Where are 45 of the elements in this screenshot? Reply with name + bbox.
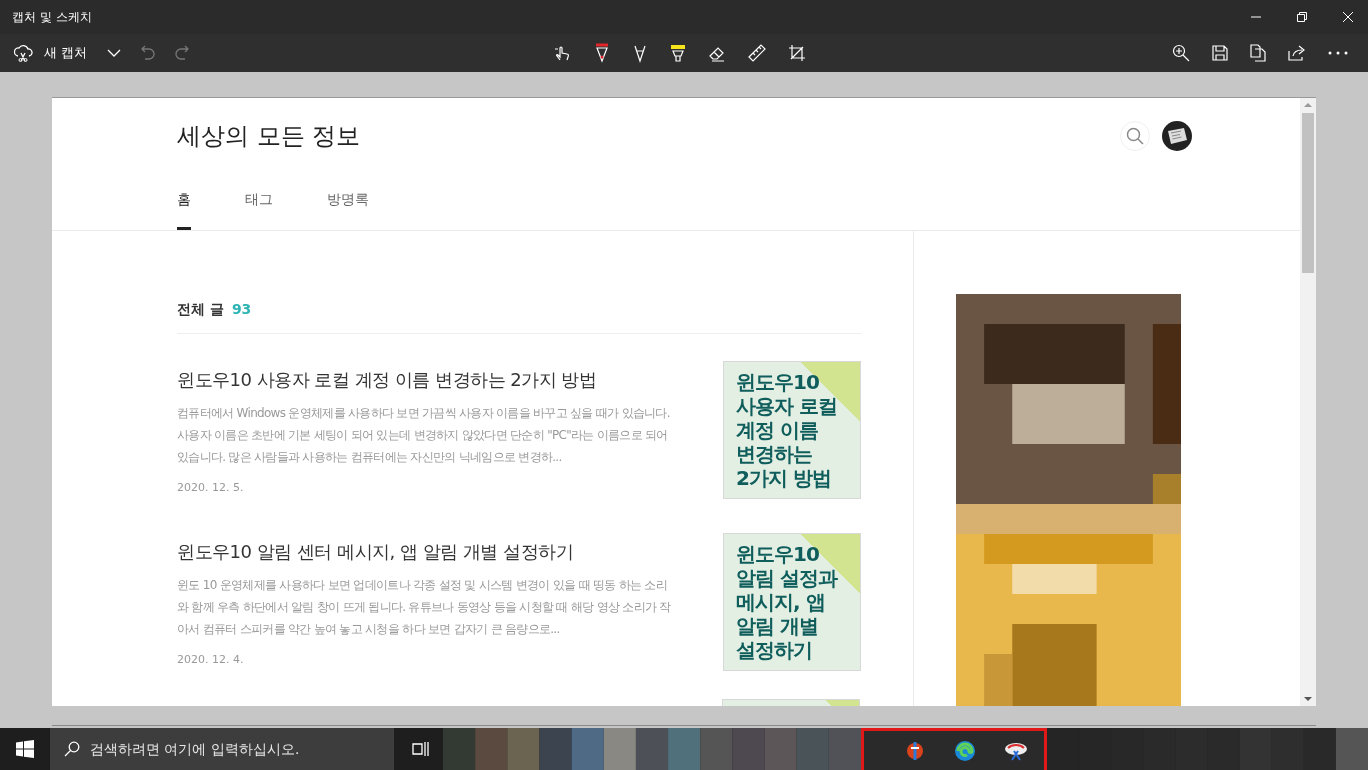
copy-icon[interactable] bbox=[1250, 44, 1266, 62]
avatar-icon[interactable] bbox=[1162, 121, 1192, 151]
blog-title: 세상의 모든 정보 bbox=[177, 121, 361, 152]
nav-tab[interactable]: 홈 bbox=[177, 182, 191, 230]
more-icon[interactable] bbox=[1328, 51, 1348, 55]
search-icon bbox=[1126, 127, 1144, 145]
scroll-down-icon[interactable] bbox=[1304, 697, 1312, 702]
zoom-in-icon[interactable] bbox=[1172, 44, 1190, 62]
search-field[interactable]: 검색하려면 여기에 입력하십시오. bbox=[50, 728, 394, 770]
post-title[interactable]: 윈도우10 알림 센터 메시지, 앱 알림 개별 설정하기 bbox=[177, 540, 673, 564]
post-count: 93 bbox=[231, 301, 252, 319]
share-icon[interactable] bbox=[1288, 45, 1306, 61]
edge-browser-icon[interactable] bbox=[954, 739, 976, 762]
restore-icon[interactable] bbox=[1296, 11, 1308, 23]
chevron-down-icon[interactable] bbox=[107, 48, 122, 58]
pen-icon[interactable] bbox=[594, 43, 610, 63]
save-icon[interactable] bbox=[1212, 45, 1228, 61]
list-header: 전체 글 bbox=[177, 301, 224, 319]
highlighter-icon[interactable] bbox=[670, 43, 686, 63]
windows-start-icon[interactable] bbox=[16, 740, 34, 758]
post-excerpt: 윈도 10 운영체제를 사용하다 보면 업데이트나 각종 설정 및 시스템 변경이 있을 때 띵동 하는 소리와 함께 우측 하단에서 알림 창이 뜨게 됩니다. 유튜브나 동영상 등을 시청할 때 해당 영상 소리가 작아서 컴퓨터 스피커를 약간 높여 놓고 시청을 하다 보면 갑자기 큰 음량으로... bbox=[177, 577, 672, 638]
search-button[interactable] bbox=[1120, 121, 1150, 151]
post-thumbnail[interactable]: 윈도우10 알림 설정과 메시지, 앱 알림 개별 설정하기 bbox=[723, 533, 861, 671]
utility-app-icon[interactable] bbox=[904, 739, 926, 762]
touch-writing-icon[interactable] bbox=[554, 44, 572, 62]
nav-tab[interactable]: 방명록 bbox=[327, 182, 369, 230]
close-icon[interactable] bbox=[1342, 11, 1354, 23]
scroll-thumb[interactable] bbox=[1302, 113, 1314, 273]
ruler-icon[interactable] bbox=[748, 44, 766, 62]
undo-icon[interactable] bbox=[141, 45, 156, 61]
pencil-icon[interactable] bbox=[632, 43, 648, 63]
post-thumbnail[interactable]: 윈도우10 사용자 로컬 계정 이름 변경하는 2가지 방법 bbox=[723, 361, 861, 499]
window-title: 캡처 및 스케치 bbox=[12, 8, 92, 26]
post-date: 2020. 12. 4. bbox=[177, 653, 245, 666]
cloud-scissors-icon bbox=[14, 44, 34, 62]
post-title[interactable]: 윈도우10 사용자 로컬 계정 이름 변경하는 2가지 방법 bbox=[177, 368, 673, 392]
post-date: 2020. 12. 5. bbox=[177, 481, 245, 494]
search-icon bbox=[64, 741, 80, 757]
scroll-track[interactable] bbox=[1300, 98, 1316, 706]
post-excerpt: 컴퓨터에서 Windows 운영체제를 사용하다 보면 가끔씩 사용자 이름을 바꾸고 싶을 때가 있습니다. 사용자 이름은 초반에 기본 세팅이 되어 있는데 변경하지 않았다면 단순히 "PC"라는 이름으로 되어 있습니다. 많은 사람들과 사용하는 컴퓨터에는 자신만의 닉네임으로 변경하... bbox=[177, 405, 671, 466]
nav-tab[interactable]: 태그 bbox=[245, 182, 273, 230]
task-view-icon[interactable] bbox=[411, 741, 429, 757]
crop-icon[interactable] bbox=[788, 44, 806, 62]
redo-icon[interactable] bbox=[175, 45, 190, 61]
new-capture-button[interactable]: 새 캡처 bbox=[14, 44, 88, 62]
